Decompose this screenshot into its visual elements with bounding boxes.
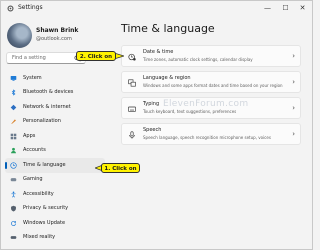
sidebar-item-accessibility[interactable]: Accessibility: [5, 187, 105, 202]
language-icon: [128, 79, 136, 87]
system-icon: [10, 75, 17, 81]
card-title: Speech: [143, 127, 162, 133]
sidebar-item-mixed-reality[interactable]: Mixed reality: [5, 231, 105, 246]
network-icon: [10, 104, 17, 110]
user-email: @outlook.com: [36, 36, 72, 42]
chevron-right-icon: ›: [292, 52, 295, 60]
bluetooth-icon: [11, 89, 16, 96]
sidebar-item-personalization[interactable]: Personalization: [5, 115, 105, 130]
sidebar-item-label: System: [23, 74, 42, 81]
sidebar-nav: System Bluetooth & devices Network & int…: [5, 71, 105, 245]
card-description: Windows and some apps format dates and t…: [143, 83, 283, 88]
sidebar-item-label: Time & language: [23, 161, 66, 168]
card-title: Typing: [143, 101, 160, 107]
accounts-icon: [11, 147, 16, 154]
sidebar-item-network[interactable]: Network & internet: [5, 100, 105, 115]
personalization-icon: [11, 119, 16, 124]
accessibility-icon: [11, 191, 16, 197]
sidebar-item-label: Bluetooth & devices: [23, 89, 74, 95]
sidebar-item-label: Gaming: [23, 176, 43, 182]
selection-indicator: [5, 162, 7, 169]
sidebar-item-privacy[interactable]: Privacy & security: [5, 202, 105, 217]
callout-step-1: 1. Click on: [101, 163, 140, 173]
minimize-button[interactable]: —: [259, 1, 276, 15]
sidebar-item-gaming[interactable]: Gaming: [5, 173, 105, 188]
settings-app-icon: [7, 5, 14, 12]
microphone-icon: [129, 131, 135, 139]
chevron-right-icon: ›: [292, 104, 295, 112]
card-language-region[interactable]: Language & region Windows and some apps …: [121, 71, 301, 93]
clock-icon: [128, 53, 136, 61]
avatar[interactable]: [7, 23, 32, 48]
card-speech[interactable]: Speech Speech language, speech recogniti…: [121, 123, 301, 145]
user-name: Shawn Brink: [36, 27, 79, 34]
gaming-icon: [10, 178, 17, 182]
window-title: Settings: [18, 4, 43, 11]
sidebar-item-time-language[interactable]: Time & language: [5, 158, 105, 173]
sidebar-item-system[interactable]: System: [5, 71, 105, 86]
close-button[interactable]: ✕: [294, 1, 311, 15]
sidebar-item-label: Windows Update: [23, 219, 66, 226]
sidebar-item-apps[interactable]: Apps: [5, 129, 105, 144]
mixed-reality-icon: [10, 236, 17, 239]
card-description: Touch keyboard, text suggestions, prefer…: [143, 109, 237, 114]
windows-update-icon: [11, 220, 16, 226]
sidebar-item-windows-update[interactable]: Windows Update: [5, 216, 105, 231]
page-title: Time & language: [121, 22, 215, 35]
search-placeholder: Find a setting: [12, 55, 46, 61]
sidebar-item-accounts[interactable]: Accounts: [5, 144, 105, 159]
card-description: Time zones, automatic clock settings, ca…: [143, 57, 253, 62]
settings-window: Settings — ☐ ✕ Shawn Brink @outlook.com …: [0, 0, 313, 250]
sidebar-item-label: Privacy & security: [23, 205, 69, 211]
sidebar-item-label: Accounts: [23, 147, 46, 153]
sidebar-item-label: Apps: [23, 132, 36, 139]
sidebar-item-label: Network & internet: [23, 103, 71, 110]
title-bar: Settings — ☐ ✕: [1, 1, 312, 17]
card-title: Date & time: [143, 49, 174, 55]
time-language-icon: [10, 161, 17, 169]
keyboard-icon: [128, 106, 136, 112]
sidebar-item-label: Mixed reality: [23, 234, 56, 240]
watermark: ElevenForum.com: [163, 99, 249, 109]
sidebar-item-bluetooth[interactable]: Bluetooth & devices: [5, 86, 105, 101]
apps-icon: [10, 133, 17, 139]
card-title: Language & region: [143, 75, 191, 81]
search-input[interactable]: Find a setting: [6, 52, 86, 64]
chevron-right-icon: ›: [292, 130, 295, 138]
maximize-button[interactable]: ☐: [277, 1, 294, 15]
sidebar-item-label: Personalization: [23, 118, 61, 124]
chevron-right-icon: ›: [292, 78, 295, 86]
callout-step-2: 2. Click on: [76, 51, 116, 61]
card-date-time[interactable]: Date & time Time zones, automatic clock …: [121, 45, 301, 67]
card-description: Speech language, speech recognition micr…: [143, 135, 271, 140]
sidebar-item-label: Accessibility: [23, 190, 54, 197]
shield-icon: [11, 205, 16, 212]
